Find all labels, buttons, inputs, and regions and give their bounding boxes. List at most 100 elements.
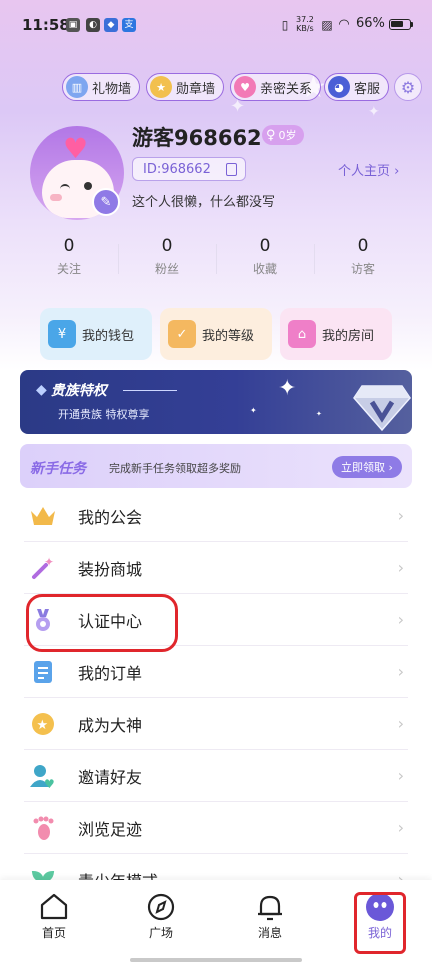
alipay-icon: 支	[122, 18, 136, 32]
user-id: ID:968662	[143, 161, 211, 177]
gift-wall-icon: ▥	[66, 76, 88, 98]
no-sim-icon: ▨	[321, 18, 333, 32]
menu-item-dress-up-store[interactable]: ✦ 装扮商城 ›	[24, 542, 408, 594]
svg-text:♥: ♥	[44, 777, 55, 789]
stat-label: 粉丝	[154, 262, 179, 276]
star-decoration-icon: ✦	[368, 104, 380, 120]
stat-value: 0	[63, 236, 75, 256]
svg-text:✦: ✦	[44, 555, 54, 569]
room-icon: ⌂	[288, 320, 316, 348]
invite-friend-icon: ♥	[30, 763, 56, 789]
gear-icon: ⚙	[400, 77, 416, 97]
order-list-icon	[30, 659, 56, 685]
magic-wand-icon: ✦	[30, 555, 56, 581]
menu-item-invite-friends[interactable]: ♥ 邀请好友 ›	[24, 750, 408, 802]
stats-row: 0 关注 0 粉丝 0 收藏 0 访客	[20, 236, 412, 282]
chevron-right-icon: ›	[397, 610, 404, 629]
tab-label: 首页	[41, 926, 66, 940]
noble-title: ◆ 贵族特权	[36, 380, 107, 400]
status-bar: 11:58 ▣ ◐ ◆ 支 ▯ 37.2 KB/s ▨ ◠ 66%	[0, 0, 432, 50]
menu-item-my-guild[interactable]: 我的公会 ›	[24, 490, 408, 542]
medal-wall-label: 勋章墙	[176, 81, 216, 97]
customer-service-button[interactable]: ◕ 客服	[324, 73, 390, 101]
medal-wall-button[interactable]: ★ 勋章墙	[146, 73, 225, 101]
nickname: 游客968662	[132, 126, 262, 150]
crown-icon	[30, 503, 56, 529]
customer-service-icon: ◕	[328, 76, 350, 98]
compass-icon	[131, 890, 191, 924]
chevron-right-icon: ›	[397, 506, 404, 525]
stat-value: 0	[161, 236, 173, 256]
newbie-description: 完成新手任务领取超多奖励	[109, 462, 241, 475]
level-icon: ✓	[168, 320, 196, 348]
star-badge-icon: ★	[30, 711, 56, 737]
svg-text:★: ★	[37, 718, 49, 733]
stat-value: 0	[357, 236, 369, 256]
newbie-title: 新手任务	[30, 461, 86, 477]
menu-item-browsing-history[interactable]: 浏览足迹 ›	[24, 802, 408, 854]
stat-visitors[interactable]: 0 访客	[314, 236, 412, 282]
wallet-icon: ¥	[48, 320, 76, 348]
menu-item-label: 成为大神	[78, 715, 143, 735]
bio-text: 这个人很懒，什么都没写	[132, 195, 276, 210]
home-indicator[interactable]	[130, 958, 302, 962]
stat-label: 收藏	[252, 262, 277, 276]
age-label: 0岁	[278, 129, 297, 142]
my-level-card[interactable]: ✓ 我的等级	[160, 308, 272, 360]
divider	[123, 390, 177, 391]
tab-label: 广场	[148, 926, 173, 940]
intimate-relation-button[interactable]: ♥ 亲密关系	[230, 73, 322, 101]
notification-icon: ▣	[66, 18, 80, 32]
menu-item-label: 我的公会	[78, 507, 143, 527]
stat-following[interactable]: 0 关注	[20, 236, 118, 282]
stat-favorites[interactable]: 0 收藏	[216, 236, 314, 282]
notification-icon: ◐	[86, 18, 100, 32]
sparkle-icon: ✦	[316, 410, 322, 418]
my-room-card[interactable]: ⌂ 我的房间	[280, 308, 392, 360]
tab-messages[interactable]: 消息	[240, 890, 300, 941]
tab-square[interactable]: 广场	[131, 890, 191, 941]
settings-button[interactable]: ⚙	[394, 73, 422, 101]
chevron-right-icon: ›	[397, 662, 404, 681]
pencil-icon: ✎	[100, 194, 112, 210]
noble-privilege-banner[interactable]: ◆ 贵族特权 开通贵族 特权尊享 ✦ ✦ ✦	[20, 370, 412, 434]
battery-percentage: 66%	[356, 16, 385, 31]
chevron-right-icon: ›	[397, 818, 404, 837]
menu-item-label: 浏览足迹	[78, 819, 143, 839]
battery-icon	[389, 19, 411, 30]
my-wallet-card[interactable]: ¥ 我的钱包	[40, 308, 152, 360]
personal-homepage-link[interactable]: 个人主页 ›	[338, 160, 399, 179]
menu-item-label: 我的订单	[78, 663, 143, 683]
tab-home[interactable]: 首页	[24, 890, 84, 941]
newbie-task-banner[interactable]: 新手任务 完成新手任务领取超多奖励 立即领取 ›	[20, 444, 412, 488]
sparkle-icon: ✦	[250, 406, 257, 415]
chevron-right-icon: ›	[397, 714, 404, 733]
diamond-icon: ◆	[36, 382, 47, 398]
avatar-eye	[84, 182, 92, 190]
wifi-icon: ◠	[338, 17, 350, 32]
status-time: 11:58	[22, 16, 70, 34]
chevron-right-icon: ›	[397, 766, 404, 785]
gift-wall-button[interactable]: ▥ 礼物墙	[62, 73, 141, 101]
noble-subtitle: 开通贵族 特权尊享	[58, 408, 150, 421]
battery-tip	[411, 22, 413, 27]
stat-label: 关注	[56, 262, 81, 276]
copy-icon[interactable]	[226, 163, 237, 176]
menu-item-label: 装扮商城	[78, 559, 143, 579]
avatar-cheek	[50, 194, 62, 201]
menu-item-my-orders[interactable]: 我的订单 ›	[24, 646, 408, 698]
user-id-badge[interactable]: ID:968662	[132, 157, 246, 181]
menu-item-become-master[interactable]: ★ 成为大神 ›	[24, 698, 408, 750]
highlight-annotation	[26, 594, 178, 652]
customer-service-label: 客服	[354, 81, 381, 97]
stat-value: 0	[259, 236, 271, 256]
app-notification-icon: ◆	[104, 18, 118, 32]
gender-age-badge: ♀ 0岁	[262, 125, 304, 145]
network-speed: 37.2 KB/s	[296, 15, 314, 33]
claim-now-button[interactable]: 立即领取 ›	[332, 456, 402, 478]
my-level-label: 我的等级	[202, 328, 255, 344]
vibrate-icon: ▯	[281, 18, 289, 32]
stat-fans[interactable]: 0 粉丝	[118, 236, 216, 282]
edit-profile-button[interactable]: ✎	[92, 188, 120, 216]
intimate-relation-label: 亲密关系	[260, 81, 313, 97]
